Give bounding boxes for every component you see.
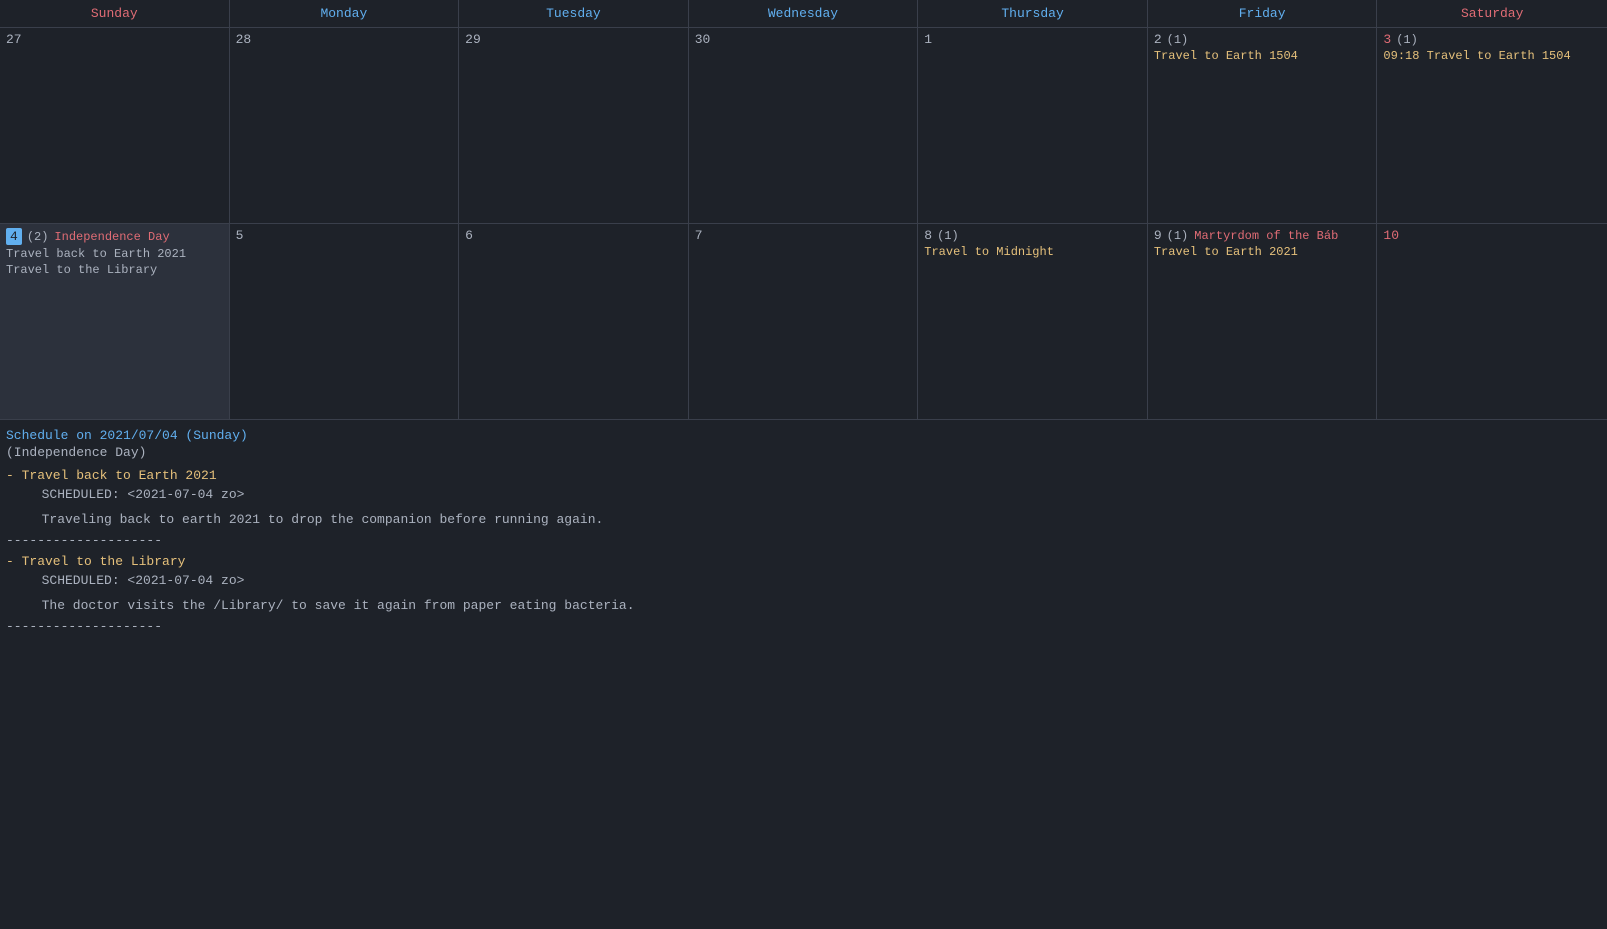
day-wednesday: Wednesday [689,0,919,27]
schedule-item-2-title: - Travel to the Library [6,554,185,569]
day-saturday: Saturday [1377,0,1607,27]
schedule-divider-2: -------------------- [6,619,1601,634]
date-5: 5 [236,228,244,243]
cell-3[interactable]: 3 (1) 09:18 Travel to Earth 1504 [1377,28,1607,223]
date-28: 28 [236,32,252,47]
schedule-item-1-desc: Traveling back to earth 2021 to drop the… [26,512,1601,527]
cell-2[interactable]: 2 (1) Travel to Earth 1504 [1148,28,1378,223]
count-9: (1) [1167,229,1189,243]
day-thursday: Thursday [918,0,1148,27]
schedule-item-2-scheduled: SCHEDULED: <2021-07-04 zo> [26,573,1601,588]
cell-8[interactable]: 8 (1) Travel to Midnight [918,224,1148,419]
date-3: 3 [1383,32,1391,47]
calendar-header: Sunday Monday Tuesday Wednesday Thursday… [0,0,1607,28]
cell-29[interactable]: 29 [459,28,689,223]
event-2-1[interactable]: Travel to Earth 1504 [1154,49,1371,63]
day-monday: Monday [230,0,460,27]
holiday-9: Martyrdom of the Báb [1194,229,1338,243]
calendar-week-1: 27 28 29 30 1 2 (1) Travel to Earth 1504 [0,28,1607,224]
cell-27[interactable]: 27 [0,28,230,223]
count-4: (2) [27,230,49,244]
date-6: 6 [465,228,473,243]
event-8-1[interactable]: Travel to Midnight [924,245,1141,259]
date-9: 9 [1154,228,1162,243]
calendar-container: Sunday Monday Tuesday Wednesday Thursday… [0,0,1607,648]
date-10: 10 [1383,228,1399,243]
count-2: (1) [1167,33,1189,47]
date-2: 2 [1154,32,1162,47]
schedule-title: Schedule on 2021/07/04 (Sunday) [6,428,1601,443]
date-4: 4 [6,228,22,245]
date-30: 30 [695,32,711,47]
schedule-item-1-title: - Travel back to Earth 2021 [6,468,217,483]
date-1: 1 [924,32,932,47]
date-7: 7 [695,228,703,243]
cell-30[interactable]: 30 [689,28,919,223]
day-friday: Friday [1148,0,1378,27]
schedule-section: Schedule on 2021/07/04 (Sunday) (Indepen… [0,420,1607,648]
cell-5[interactable]: 5 [230,224,460,419]
count-3: (1) [1396,33,1418,47]
cell-9[interactable]: 9 (1) Martyrdom of the Báb Travel to Ear… [1148,224,1378,419]
day-sunday: Sunday [0,0,230,27]
schedule-divider-1: -------------------- [6,533,1601,548]
count-8: (1) [937,229,959,243]
cell-1[interactable]: 1 [918,28,1148,223]
event-4-2[interactable]: Travel to the Library [6,263,223,277]
event-3-1[interactable]: 09:18 Travel to Earth 1504 [1383,49,1601,63]
calendar-body: 27 28 29 30 1 2 (1) Travel to Earth 1504 [0,28,1607,420]
event-4-1[interactable]: Travel back to Earth 2021 [6,247,223,261]
holiday-4: Independence Day [54,230,169,244]
date-29: 29 [465,32,481,47]
cell-10[interactable]: 10 [1377,224,1607,419]
date-8: 8 [924,228,932,243]
schedule-holiday: (Independence Day) [6,445,1601,460]
cell-28[interactable]: 28 [230,28,460,223]
date-27: 27 [6,32,22,47]
event-9-1[interactable]: Travel to Earth 2021 [1154,245,1371,259]
cell-6[interactable]: 6 [459,224,689,419]
schedule-item-2-desc: The doctor visits the /Library/ to save … [26,598,1601,613]
cell-4[interactable]: 4 (2) Independence Day Travel back to Ea… [0,224,230,419]
calendar-week-2: 4 (2) Independence Day Travel back to Ea… [0,224,1607,420]
cell-7[interactable]: 7 [689,224,919,419]
schedule-item-1-scheduled: SCHEDULED: <2021-07-04 zo> [26,487,1601,502]
day-tuesday: Tuesday [459,0,689,27]
